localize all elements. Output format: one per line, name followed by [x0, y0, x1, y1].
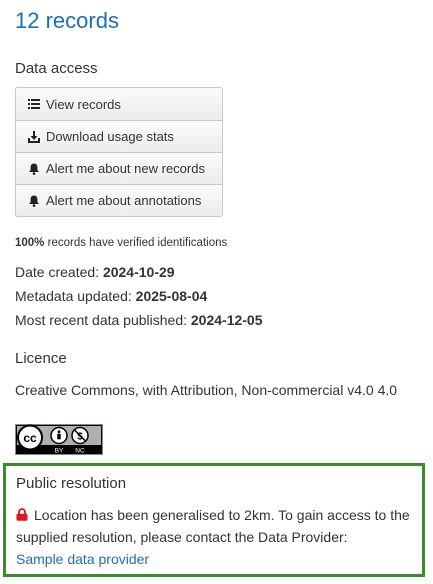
public-resolution-panel: Public resolution Location has been gene…	[3, 463, 425, 577]
verified-percent: 100%	[15, 237, 45, 249]
public-resolution-message: Location has been generalised to 2km. To…	[16, 504, 421, 570]
view-records-label: View records	[46, 96, 121, 112]
verified-identifications-text: 100% records have verified identificatio…	[15, 237, 227, 249]
bell-icon	[29, 163, 39, 175]
cc-by-label: BY	[55, 448, 64, 455]
download-icon	[28, 130, 40, 143]
lock-icon	[16, 508, 28, 521]
licence-text: Creative Commons, with Attribution, Non-…	[15, 382, 398, 398]
most-recent-published-label: Most recent data published:	[15, 312, 191, 328]
date-created: Date created: 2024-10-29	[15, 264, 175, 280]
verified-text: records have verified identifications	[44, 237, 228, 249]
public-resolution-heading: Public resolution	[16, 475, 127, 492]
data-access-button-group: View records Download usage stats Alert …	[15, 87, 223, 217]
alert-annotations-button[interactable]: Alert me about annotations	[16, 184, 222, 216]
records-count-title: 12 records	[15, 8, 119, 33]
date-created-label: Date created:	[15, 264, 103, 280]
cc-by-nc-icon: cc $ BY NC	[15, 424, 103, 455]
data-access-heading: Data access	[15, 60, 98, 77]
date-created-value: 2024-10-29	[102, 264, 175, 280]
download-usage-stats-button[interactable]: Download usage stats	[16, 120, 222, 152]
view-records-button[interactable]: View records	[16, 88, 222, 120]
download-usage-stats-label: Download usage stats	[46, 129, 174, 144]
bell-icon	[29, 195, 39, 207]
most-recent-published: Most recent data published: 2024-12-05	[15, 312, 263, 328]
alert-new-records-button[interactable]: Alert me about new records	[16, 152, 222, 184]
metadata-updated: Metadata updated: 2025-08-04	[15, 288, 207, 304]
alert-annotations-label: Alert me about annotations	[46, 193, 202, 208]
metadata-updated-label: Metadata updated:	[15, 288, 136, 304]
most-recent-published-value: 2024-12-05	[190, 312, 263, 328]
data-provider-link[interactable]: Sample data provider	[16, 551, 149, 567]
cc-nc-label: NC	[75, 448, 85, 455]
licence-heading: Licence	[15, 350, 67, 367]
alert-new-records-label: Alert me about new records	[46, 161, 205, 176]
svg-text:cc: cc	[23, 431, 37, 445]
public-resolution-text: Location has been generalised to 2km. To…	[16, 507, 410, 545]
list-icon	[28, 99, 40, 109]
metadata-updated-value: 2025-08-04	[135, 288, 208, 304]
